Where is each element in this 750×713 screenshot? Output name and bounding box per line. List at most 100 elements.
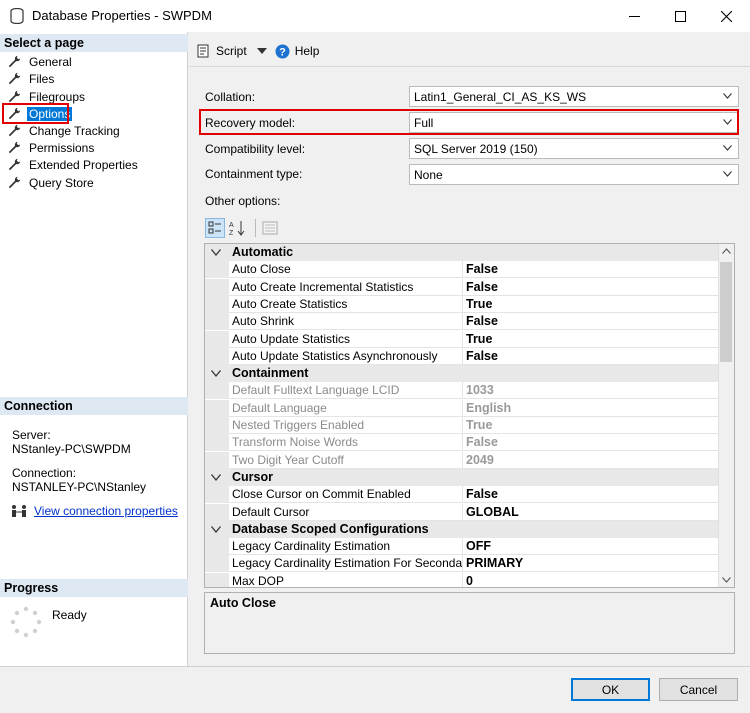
property-value: 2049 [463, 452, 719, 469]
minimize-button[interactable] [611, 0, 657, 32]
sidebar-item-permissions[interactable]: Permissions [8, 139, 96, 156]
sidebar-item-general[interactable]: General [8, 53, 74, 70]
grid-category[interactable]: Automatic [205, 244, 719, 261]
property-value[interactable]: False [463, 261, 719, 279]
property-value[interactable]: OFF [463, 538, 719, 556]
containment-type-dropdown[interactable]: None [409, 164, 739, 185]
collapse-caret-icon[interactable] [211, 370, 221, 378]
grid-category-name: Containment [232, 366, 309, 381]
collation-dropdown[interactable]: Latin1_General_CI_AS_KS_WS [409, 86, 739, 107]
script-dropdown-arrow-icon[interactable] [256, 48, 267, 54]
grid-row: Transform Noise Words False [205, 434, 719, 452]
script-button[interactable]: Script [196, 44, 247, 58]
grid-row[interactable]: Auto Create Incremental Statistics False [205, 278, 719, 296]
connection-label: Connection: [12, 466, 77, 480]
sidebar-item-label: Change Tracking [29, 123, 120, 138]
grid-row-gutter [205, 434, 229, 452]
view-connection-properties-link[interactable]: View connection properties [34, 504, 178, 518]
progress-spinner-icon [10, 606, 42, 638]
grid-row[interactable]: Legacy Cardinality Estimation OFF [205, 538, 719, 556]
grid-toolbar-divider [255, 219, 256, 237]
cancel-button[interactable]: Cancel [659, 678, 738, 701]
grid-row[interactable]: Close Cursor on Commit Enabled False [205, 486, 719, 504]
scroll-up-icon[interactable] [722, 248, 731, 254]
ok-button[interactable]: OK [571, 678, 650, 701]
grid-category[interactable]: Database Scoped Configurations [205, 520, 719, 538]
grid-category[interactable]: Cursor [205, 468, 719, 486]
grid-row[interactable]: Max DOP 0 [205, 572, 719, 587]
compatibility-level-value: SQL Server 2019 (150) [414, 142, 538, 156]
close-button[interactable] [703, 0, 749, 32]
server-label: Server: [12, 428, 51, 442]
chevron-down-icon [723, 93, 732, 99]
property-value[interactable]: PRIMARY [463, 555, 719, 573]
grid-row[interactable]: Default Cursor GLOBAL [205, 503, 719, 521]
property-value: English [463, 400, 719, 417]
maximize-button[interactable] [657, 0, 703, 32]
grid-toolbar: A Z [205, 218, 283, 238]
select-page-header: Select a page [0, 34, 188, 52]
alphabetical-view-button[interactable]: A Z [228, 218, 248, 238]
server-value: NStanley-PC\SWPDM [12, 442, 131, 456]
progress-status: Ready [52, 608, 87, 622]
svg-text:Z: Z [229, 230, 234, 236]
property-value[interactable]: GLOBAL [463, 504, 719, 521]
sort-alphabetical-icon: A Z [229, 221, 245, 236]
property-pages-button[interactable] [260, 218, 280, 238]
help-button[interactable]: ? Help [275, 44, 319, 59]
script-label: Script [216, 44, 247, 58]
connection-value: NSTANLEY-PC\NStanley [12, 480, 147, 494]
property-value[interactable]: False [463, 313, 719, 331]
grid-row[interactable]: Auto Close False [205, 261, 719, 279]
grid-row[interactable]: Auto Update Statistics True [205, 330, 719, 348]
property-value[interactable]: 0 [463, 573, 719, 587]
grid-row-gutter [205, 486, 229, 504]
wrench-icon [8, 90, 21, 103]
property-name: Default Language [229, 399, 463, 417]
grid-row-gutter [205, 555, 229, 573]
grid-row-gutter [205, 538, 229, 556]
grid-scroll-thumb[interactable] [720, 262, 732, 362]
compatibility-level-dropdown[interactable]: SQL Server 2019 (150) [409, 138, 739, 159]
description-title: Auto Close [210, 596, 276, 610]
minimize-icon [628, 15, 640, 17]
collapse-caret-icon[interactable] [211, 473, 221, 481]
sidebar-item-label: Extended Properties [29, 157, 138, 172]
sidebar-item-extended-properties[interactable]: Extended Properties [8, 156, 140, 173]
collapse-caret-icon[interactable] [211, 525, 221, 533]
other-options-label: Other options: [205, 194, 281, 208]
property-value[interactable]: True [463, 331, 719, 348]
grid-row[interactable]: Auto Update Statistics Asynchronously Fal… [205, 347, 719, 365]
grid-category-name: Automatic [232, 245, 294, 259]
sidebar-item-files[interactable]: Files [8, 70, 56, 87]
progress-header: Progress [0, 579, 188, 597]
grid-row[interactable]: Auto Shrink False [205, 313, 719, 331]
grid-row-gutter [205, 261, 229, 279]
property-value[interactable]: False [463, 486, 719, 504]
scroll-down-icon[interactable] [722, 577, 731, 583]
sidebar-item-label: Permissions [29, 140, 95, 155]
wrench-icon [8, 124, 21, 137]
property-value[interactable]: False [463, 279, 719, 296]
categorized-view-button[interactable] [205, 218, 225, 238]
sidebar-item-change-tracking[interactable]: Change Tracking [8, 122, 122, 139]
wrench-icon [8, 141, 21, 154]
grid-category[interactable]: Containment [205, 365, 719, 383]
property-grid: Automatic Auto Close False Auto Create Incr… [204, 243, 735, 588]
grid-category-name: Database Scoped Configurations [232, 521, 429, 536]
grid-row[interactable]: Auto Create Statistics True [205, 295, 719, 313]
property-value[interactable]: False [463, 348, 719, 365]
sidebar-item-label: Files [29, 71, 55, 86]
grid-row-gutter [205, 347, 229, 365]
grid-row[interactable]: Legacy Cardinality Estimation For Second… [205, 555, 719, 573]
script-icon [197, 44, 209, 58]
property-value[interactable]: True [463, 296, 719, 313]
property-value: 1033 [463, 382, 719, 400]
collation-label: Collation: [205, 90, 256, 104]
grid-row: Nested Triggers Enabled True [205, 417, 719, 434]
title-bar: Database Properties - SWPDM [0, 0, 750, 32]
close-icon [720, 10, 732, 22]
collapse-caret-icon[interactable] [211, 249, 221, 256]
sidebar-item-query-store[interactable]: Query Store [8, 174, 96, 191]
left-panel: Select a page General Files Filegroups Opti… [0, 32, 188, 666]
